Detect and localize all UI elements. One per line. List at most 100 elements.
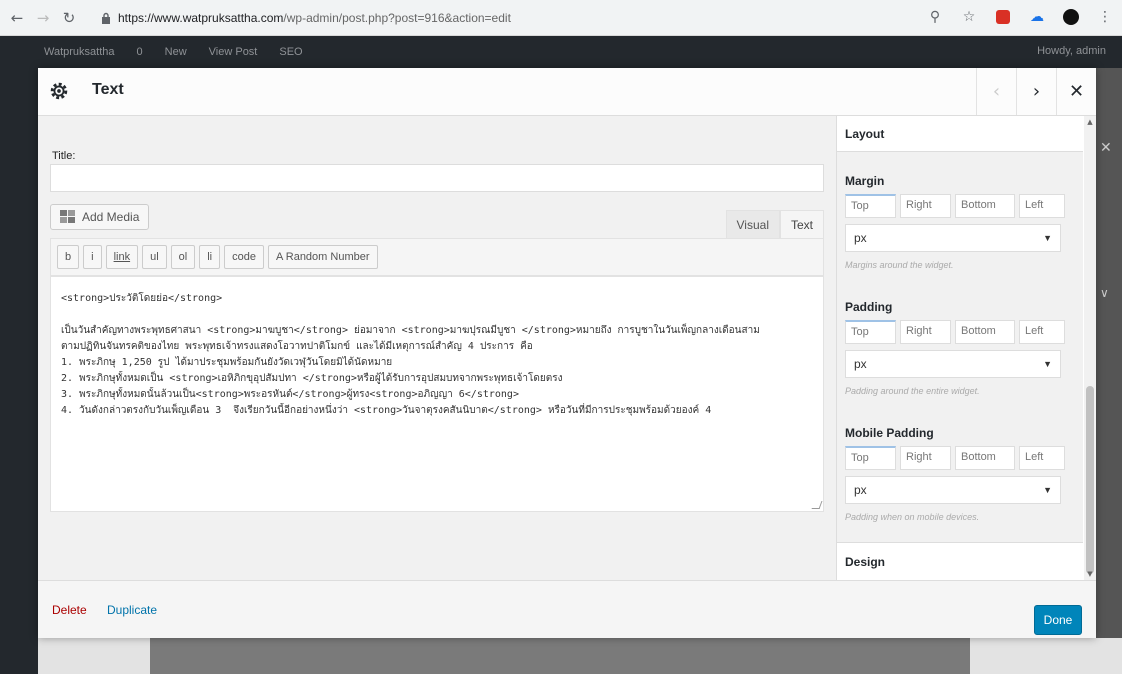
background-close-icon: ✕ — [1100, 140, 1112, 156]
address-bar[interactable]: https://www.watpruksattha.com/wp-admin/p… — [100, 6, 940, 30]
resize-grip[interactable] — [811, 501, 823, 509]
padding-bottom-input[interactable]: Bottom — [955, 320, 1015, 344]
mobile-padding-label: Mobile Padding — [845, 426, 934, 440]
margin-group: Margin Top Right Bottom Left px ▼ Margin… — [845, 174, 1081, 270]
star-icon[interactable]: ☆ — [958, 6, 980, 28]
margin-right-input[interactable]: Right — [900, 194, 951, 218]
forward-arrow-icon[interactable]: → — [32, 7, 54, 29]
quicktag-code-button[interactable]: code — [224, 245, 264, 269]
add-media-button[interactable]: Add Media — [50, 204, 150, 230]
admin-bar-new[interactable]: New — [165, 46, 187, 58]
browser-toolbar: ← → ↻ https://www.watpruksattha.com/wp-a… — [0, 0, 1122, 36]
chevron-left-icon: ‹ — [992, 81, 1001, 102]
reload-icon[interactable]: ↻ — [58, 7, 80, 29]
title-input[interactable] — [50, 164, 824, 192]
padding-unit-select[interactable]: px ▼ — [845, 350, 1061, 378]
editor-tabs: Visual Text — [725, 210, 824, 238]
mobile-padding-bottom-input[interactable]: Bottom — [955, 446, 1015, 470]
editor-line: 1. พระภิกษุ 1,250 รูป ได้มาประชุมพร้อมกั… — [61, 357, 393, 368]
scrollbar-thumb[interactable] — [1086, 386, 1094, 574]
page-footer-strip — [38, 638, 1122, 674]
quicktag-ol-button[interactable]: ol — [170, 245, 196, 269]
padding-right-input[interactable]: Right — [900, 320, 951, 344]
editor-line: 2. พระภิกษุทั้งหมดเป็น <strong>เอหิภิกขุ… — [61, 373, 563, 384]
caret-down-icon: ▼ — [1043, 233, 1052, 243]
admin-bar-seo[interactable]: SEO — [279, 46, 302, 58]
add-media-label: Add Media — [82, 210, 140, 224]
media-icon — [60, 210, 75, 223]
admin-bar-comments[interactable]: 0 — [137, 46, 143, 58]
quicktag-bold-button[interactable]: b — [57, 245, 80, 269]
cloud-icon[interactable]: ☁ — [1026, 6, 1048, 28]
title-label: Title: — [52, 150, 76, 162]
mobile-padding-unit-value: px — [854, 483, 867, 497]
widget-form: Title: Add Media Visual Text b i link ul… — [38, 116, 836, 580]
profile-avatar-icon[interactable] — [1060, 6, 1082, 28]
scroll-up-icon[interactable]: ▲ — [1086, 118, 1094, 126]
margin-bottom-input[interactable]: Bottom — [955, 194, 1015, 218]
mobile-padding-top-input[interactable]: Top — [845, 446, 896, 470]
text-editor-textarea[interactable]: <strong>ประวัติโดยย่อ</strong> เป็นวันสำ… — [50, 276, 824, 512]
caret-down-icon: ▼ — [1043, 485, 1052, 495]
url-host: https://www.watpruksattha.com — [118, 11, 284, 25]
gear-icon — [50, 82, 68, 100]
duplicate-link[interactable]: Duplicate — [107, 603, 157, 617]
margin-unit-value: px — [854, 231, 867, 245]
dialog-title: Text — [92, 81, 124, 98]
margin-left-input[interactable]: Left — [1019, 194, 1065, 218]
margin-top-input[interactable]: Top — [845, 194, 896, 218]
layout-section-header[interactable]: Layout — [837, 116, 1083, 152]
quicktag-ul-button[interactable]: ul — [142, 245, 167, 269]
editor-line: 4. วันดังกล่าวตรงกับวันเพ็ญเดือน 3 จึงเร… — [61, 405, 712, 416]
quicktag-link-button[interactable]: link — [105, 245, 139, 269]
mobile-padding-right-input[interactable]: Right — [900, 446, 951, 470]
padding-group: Padding Top Right Bottom Left px ▼ Paddi… — [845, 300, 1081, 396]
margin-unit-select[interactable]: px ▼ — [845, 224, 1061, 252]
widget-edit-dialog: Text ‹ › ✕ Title: Add Media Visual Text … — [38, 68, 1096, 638]
wp-admin-bar: Watpruksattha 0 New View Post SEO Howdy,… — [0, 36, 1122, 68]
caret-down-icon: ▼ — [1043, 359, 1052, 369]
padding-top-input[interactable]: Top — [845, 320, 896, 344]
padding-label: Padding — [845, 300, 893, 314]
quicktag-li-button[interactable]: li — [199, 245, 221, 269]
editor-line: 3. พระภิกษุทั้งหมดนั้นล้วนเป็น<strong>พร… — [61, 389, 519, 400]
chevron-right-icon: › — [1032, 81, 1041, 102]
quicktag-random-number-button[interactable]: A Random Number — [267, 245, 378, 269]
lock-icon — [100, 11, 112, 25]
close-dialog-button[interactable]: ✕ — [1056, 68, 1096, 115]
sidebar-scrollbar[interactable]: ▲ ▼ — [1084, 116, 1096, 580]
admin-bar-howdy[interactable]: Howdy, admin — [1037, 45, 1106, 57]
mobile-padding-left-input[interactable]: Left — [1019, 446, 1065, 470]
extension-red-icon[interactable] — [992, 6, 1014, 28]
close-icon: ✕ — [1068, 81, 1085, 102]
admin-bar-site[interactable]: Watpruksattha — [44, 46, 115, 58]
background-chevron-icon: ∨ — [1100, 286, 1109, 300]
quicktag-italic-button[interactable]: i — [83, 245, 102, 269]
admin-bar-view-post[interactable]: View Post — [209, 46, 258, 58]
tab-visual[interactable]: Visual — [725, 210, 780, 238]
menu-kebab-icon[interactable]: ⋮ — [1094, 6, 1116, 28]
editor-line: <strong>ประวัติโดยย่อ</strong> — [61, 293, 223, 304]
margin-label: Margin — [845, 174, 885, 188]
zoom-icon[interactable]: ⚲ — [924, 6, 946, 28]
editor-line: เป็นวันสำคัญทางพระพุทธศาสนา <strong>มาฆบ… — [61, 325, 760, 336]
padding-left-input[interactable]: Left — [1019, 320, 1065, 344]
previous-widget-button[interactable]: ‹ — [976, 68, 1016, 115]
scroll-down-icon[interactable]: ▼ — [1086, 570, 1094, 578]
editor-line: ตามปฏิทินจันทรคติของไทย พระพุทธเจ้าทรงแส… — [61, 341, 533, 352]
back-arrow-icon[interactable]: ← — [6, 7, 28, 29]
mobile-padding-hint: Padding when on mobile devices. — [845, 512, 980, 522]
design-section-header[interactable]: Design — [837, 542, 1083, 580]
dialog-footer: Delete Duplicate Done — [38, 580, 1096, 638]
mobile-padding-unit-select[interactable]: px ▼ — [845, 476, 1061, 504]
next-widget-button[interactable]: › — [1016, 68, 1056, 115]
mobile-padding-group: Mobile Padding Top Right Bottom Left px … — [845, 426, 1081, 522]
done-button[interactable]: Done — [1034, 605, 1082, 635]
delete-link[interactable]: Delete — [52, 603, 87, 617]
margin-hint: Margins around the widget. — [845, 260, 954, 270]
padding-unit-value: px — [854, 357, 867, 371]
wp-admin-sidebar — [0, 68, 38, 674]
quicktags-toolbar: b i link ul ol li code A Random Number — [50, 238, 824, 276]
tab-text[interactable]: Text — [779, 210, 824, 238]
